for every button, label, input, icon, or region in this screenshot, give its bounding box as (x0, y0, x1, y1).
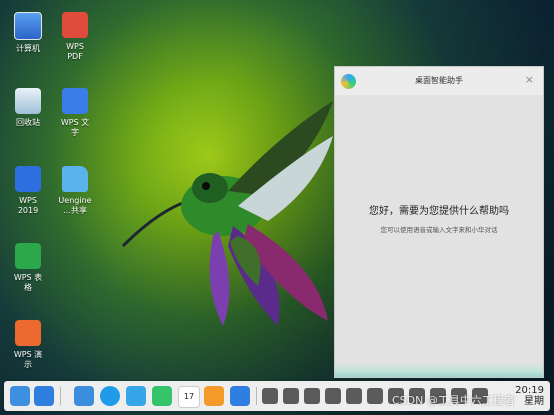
calendar-icon[interactable]: 17 (178, 386, 200, 408)
assistant-greeting: 您好，需要为您提供什么帮助吗 (369, 206, 509, 217)
photos-icon[interactable] (126, 386, 146, 406)
battery-icon[interactable] (367, 388, 383, 404)
desktop-icon-wps-slides[interactable]: WPS 演 示 (0, 320, 56, 370)
clock-date: 星期 (524, 396, 544, 407)
wps-slides-icon (15, 320, 41, 346)
multitask-icon[interactable] (10, 386, 30, 406)
hummingbird-wallpaper (121, 101, 333, 326)
home-icon[interactable] (34, 386, 54, 406)
tray-2-icon[interactable] (283, 388, 299, 404)
trash-icon (15, 88, 41, 114)
music-icon[interactable] (152, 386, 172, 406)
taskbar-separator (60, 387, 61, 405)
watermark: CSDN @工具中六工程者 (392, 394, 515, 407)
assistant-title: 桌面智能助手 (415, 76, 463, 85)
desktop-icon-wps-pdf[interactable]: WPS PDF (47, 12, 103, 62)
file-manager-icon[interactable] (74, 386, 94, 406)
desktop-icon-wps-writer[interactable]: WPS 文 字 (47, 88, 103, 138)
clock-time: 20:19 (515, 385, 544, 396)
desktop-icon-label: WPS 演 示 (13, 350, 43, 369)
folder-icon (62, 166, 88, 192)
usb-icon[interactable] (304, 388, 320, 404)
close-icon[interactable]: × (525, 73, 534, 86)
voice-wave-decoration (335, 363, 543, 377)
tray-1-icon[interactable] (262, 388, 278, 404)
computer-icon (14, 12, 42, 40)
clock[interactable]: 20:19 星期 (515, 385, 544, 407)
desktop-icon-label: WPS 表 格 (13, 273, 43, 292)
wps-sheet-icon (15, 243, 41, 269)
desktop: { "desktop_icons": [ {"label": "计算机", "i… (0, 0, 554, 415)
browser-icon[interactable] (100, 386, 120, 406)
assistant-window[interactable]: 桌面智能助手 × 您好，需要为您提供什么帮助吗 您可以使用语音或输入文字来和小华… (334, 66, 544, 378)
desktop-icon-label: WPS 文 字 (60, 118, 90, 137)
wps-pdf-icon (62, 12, 88, 38)
store-icon[interactable] (204, 386, 224, 406)
assistant-titlebar[interactable]: 桌面智能助手 × (335, 67, 543, 95)
pen-icon[interactable] (346, 388, 362, 404)
desktop-icon-wps-sheet[interactable]: WPS 表 格 (0, 243, 56, 293)
desktop-icon-label: WPS PDF (66, 42, 84, 61)
wps-writer-icon (62, 88, 88, 114)
settings-icon[interactable] (230, 386, 250, 406)
taskbar-separator (256, 387, 257, 405)
volume-icon[interactable] (325, 388, 341, 404)
wps-2019-icon (15, 166, 41, 192)
desktop-icon-uengine-share[interactable]: Uengine …共享 (47, 166, 103, 216)
assistant-hint: 您可以使用语音或输入文字来和小华对话 (380, 226, 498, 234)
desktop-icon-label: Uengine …共享 (58, 196, 92, 215)
